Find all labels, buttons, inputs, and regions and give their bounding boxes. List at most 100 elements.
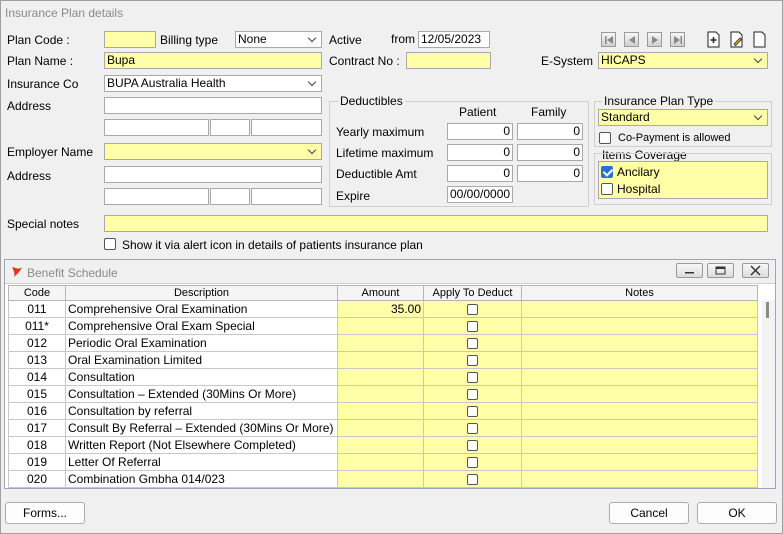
last-record-button[interactable]	[670, 32, 685, 47]
plan-name-input[interactable]: Bupa	[104, 52, 322, 69]
edit-record-button[interactable]	[728, 31, 745, 48]
cell-apply-to-deduct[interactable]	[423, 436, 522, 454]
cell-amount[interactable]	[337, 419, 424, 437]
yearly-max-patient-input[interactable]: 0	[447, 123, 513, 140]
column-header-description[interactable]: Description	[65, 285, 338, 301]
cell-notes[interactable]	[521, 334, 758, 352]
cell-apply-to-deduct[interactable]	[423, 317, 522, 335]
column-header-amount[interactable]: Amount	[337, 285, 424, 301]
cell-amount[interactable]	[337, 368, 424, 386]
prev-record-button[interactable]	[624, 32, 639, 47]
cell-amount[interactable]	[337, 453, 424, 471]
cell-amount[interactable]	[337, 351, 424, 369]
address-postcode-input[interactable]	[251, 119, 322, 136]
table-row[interactable]: 015 Consultation – Extended (30Mins Or Mo…	[8, 385, 758, 403]
table-row[interactable]: 012 Periodic Oral Examination	[8, 334, 758, 352]
lifetime-max-patient-input[interactable]: 0	[447, 144, 513, 161]
cell-amount[interactable]	[337, 334, 424, 352]
deductible-amt-family-input[interactable]: 0	[517, 165, 583, 182]
deductible-amt-patient-input[interactable]: 0	[447, 165, 513, 182]
apply-to-deduct-checkbox[interactable]	[467, 304, 478, 316]
plan-code-input[interactable]	[104, 31, 156, 48]
close-button[interactable]	[742, 263, 769, 278]
table-row[interactable]: 014 Consultation	[8, 368, 758, 386]
cell-amount[interactable]	[337, 385, 424, 403]
cell-apply-to-deduct[interactable]	[423, 351, 522, 369]
apply-to-deduct-checkbox[interactable]	[467, 338, 478, 350]
new-record-button[interactable]	[705, 31, 722, 48]
address-line1-input[interactable]	[104, 97, 322, 114]
table-row[interactable]: 020 Combination Gmbha 014/023	[8, 470, 758, 488]
cell-notes[interactable]	[521, 470, 758, 488]
table-row[interactable]: 019 Letter Of Referral	[8, 453, 758, 471]
cell-amount[interactable]	[337, 436, 424, 454]
cell-apply-to-deduct[interactable]	[423, 419, 522, 437]
cell-notes[interactable]	[521, 419, 758, 437]
apply-to-deduct-checkbox[interactable]	[467, 474, 478, 486]
cell-apply-to-deduct[interactable]	[423, 334, 522, 352]
first-record-button[interactable]	[601, 32, 616, 47]
cell-notes[interactable]	[521, 385, 758, 403]
apply-to-deduct-checkbox[interactable]	[467, 440, 478, 452]
cell-notes[interactable]	[521, 368, 758, 386]
lifetime-max-family-input[interactable]: 0	[517, 144, 583, 161]
table-row[interactable]: 011 Comprehensive Oral Examination 35.00	[8, 300, 758, 318]
cell-notes[interactable]	[521, 402, 758, 420]
cell-apply-to-deduct[interactable]	[423, 368, 522, 386]
apply-to-deduct-checkbox[interactable]	[467, 457, 478, 469]
employer-address-state-input[interactable]	[210, 188, 250, 205]
apply-to-deduct-checkbox[interactable]	[467, 423, 478, 435]
table-row[interactable]: 011* Comprehensive Oral Exam Special	[8, 317, 758, 335]
cell-apply-to-deduct[interactable]	[423, 385, 522, 403]
ok-button[interactable]: OK	[697, 502, 777, 524]
blank-record-button[interactable]	[751, 31, 768, 48]
address-state-input[interactable]	[210, 119, 250, 136]
cell-amount[interactable]	[337, 402, 424, 420]
table-row[interactable]: 017 Consult By Referral – Extended (30Min…	[8, 419, 758, 437]
apply-to-deduct-checkbox[interactable]	[467, 389, 478, 401]
next-record-button[interactable]	[647, 32, 662, 47]
table-row[interactable]: 013 Oral Examination Limited	[8, 351, 758, 369]
apply-to-deduct-checkbox[interactable]	[467, 406, 478, 418]
cell-notes[interactable]	[521, 317, 758, 335]
cell-notes[interactable]	[521, 453, 758, 471]
employer-address-postcode-input[interactable]	[251, 188, 322, 205]
cell-notes[interactable]	[521, 300, 758, 318]
address-city-input[interactable]	[104, 119, 209, 136]
contract-no-input[interactable]	[406, 52, 491, 69]
cell-amount[interactable]: 35.00	[337, 300, 424, 318]
from-date-input[interactable]: 12/05/2023	[418, 31, 490, 48]
alert-icon-checkbox[interactable]	[104, 238, 116, 250]
billing-type-select[interactable]: None	[235, 31, 322, 48]
cell-apply-to-deduct[interactable]	[423, 453, 522, 471]
forms-button[interactable]: Forms...	[5, 502, 85, 524]
coverage-ancilary-checkbox[interactable]	[601, 166, 613, 178]
cell-amount[interactable]	[337, 470, 424, 488]
cell-notes[interactable]	[521, 436, 758, 454]
table-row[interactable]: 018 Written Report (Not Elsewhere Complet…	[8, 436, 758, 454]
cancel-button[interactable]: Cancel	[609, 502, 689, 524]
cell-apply-to-deduct[interactable]	[423, 300, 522, 318]
employer-address-line1-input[interactable]	[104, 166, 322, 183]
expire-date-input[interactable]: 00/00/0000	[447, 186, 513, 203]
insurance-co-select[interactable]: BUPA Australia Health	[104, 75, 322, 92]
apply-to-deduct-checkbox[interactable]	[467, 372, 478, 384]
apply-to-deduct-checkbox[interactable]	[467, 321, 478, 333]
column-header-apply-to-deduct[interactable]: Apply To Deduct	[423, 285, 522, 301]
yearly-max-family-input[interactable]: 0	[517, 123, 583, 140]
special-notes-input[interactable]	[104, 215, 768, 232]
scrollbar-thumb[interactable]	[766, 302, 769, 318]
minimize-button[interactable]	[676, 263, 703, 278]
vertical-scrollbar[interactable]	[762, 300, 775, 488]
column-header-notes[interactable]: Notes	[521, 285, 758, 301]
cell-amount[interactable]	[337, 317, 424, 335]
table-row[interactable]: 016 Consultation by referral	[8, 402, 758, 420]
copayment-checkbox[interactable]	[599, 132, 611, 144]
plan-type-select[interactable]: Standard	[598, 109, 768, 126]
esystem-select[interactable]: HICAPS	[598, 52, 768, 69]
column-header-code[interactable]: Code	[8, 285, 66, 301]
cell-notes[interactable]	[521, 351, 758, 369]
apply-to-deduct-checkbox[interactable]	[467, 355, 478, 367]
cell-apply-to-deduct[interactable]	[423, 402, 522, 420]
cell-apply-to-deduct[interactable]	[423, 470, 522, 488]
